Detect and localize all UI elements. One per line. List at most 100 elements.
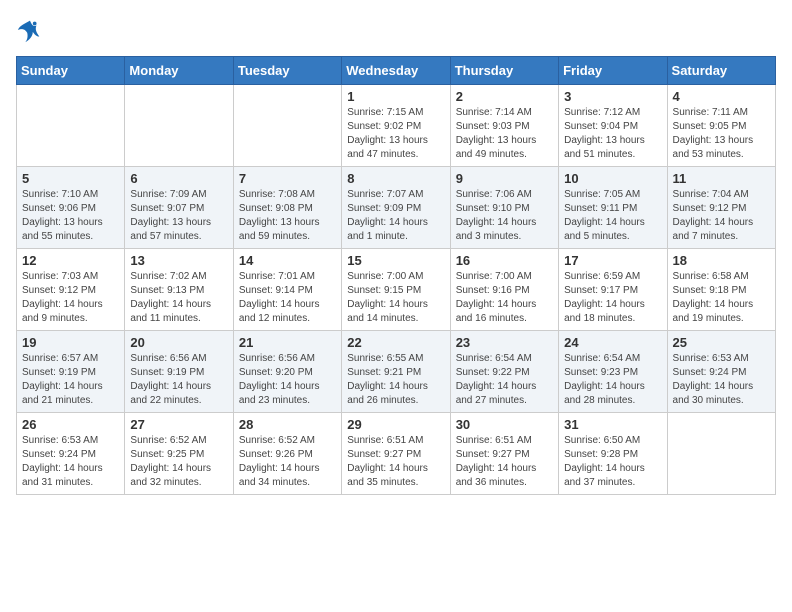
- day-number: 20: [130, 335, 227, 350]
- day-number: 23: [456, 335, 553, 350]
- calendar-header-monday: Monday: [125, 57, 233, 85]
- day-info: Sunrise: 6:56 AMSunset: 9:20 PMDaylight:…: [239, 352, 336, 408]
- calendar-header-saturday: Saturday: [667, 57, 775, 85]
- calendar-cell: 27 Sunrise: 6:52 AMSunset: 9:25 PMDayligh…: [125, 413, 233, 495]
- calendar-cell: 22Sunrise: 6:55 AMSunset: 9:21 PMDayligh…: [342, 331, 450, 413]
- calendar-cell: 7 Sunrise: 7:08 AMSunset: 9:08 PMDaylight…: [233, 167, 341, 249]
- day-number: 3: [564, 89, 661, 104]
- day-number: 6: [130, 171, 227, 186]
- day-info: Sunrise: 7:03 AMSunset: 9:12 PMDaylight:…: [22, 270, 119, 326]
- calendar-header-row: SundayMondayTuesdayWednesdayThursdayFrid…: [17, 57, 776, 85]
- day-number: 16: [456, 253, 553, 268]
- calendar-cell: 2 Sunrise: 7:14 AMSunset: 9:03 PMDaylight…: [450, 85, 558, 167]
- calendar-cell: 21 Sunrise: 6:56 AMSunset: 9:20 PMDayligh…: [233, 331, 341, 413]
- calendar-cell: 20 Sunrise: 6:56 AMSunset: 9:19 PMDayligh…: [125, 331, 233, 413]
- calendar-cell: 16 Sunrise: 7:00 AMSunset: 9:16 PMDayligh…: [450, 249, 558, 331]
- day-number: 29: [347, 417, 444, 432]
- logo: [16, 16, 48, 44]
- day-info: Sunrise: 7:10 AMSunset: 9:06 PMDaylight:…: [22, 188, 119, 244]
- day-info: Sunrise: 6:52 AMSunset: 9:25 PMDaylight:…: [130, 434, 227, 490]
- calendar-cell: 25Sunrise: 6:53 AMSunset: 9:24 PMDayligh…: [667, 331, 775, 413]
- day-info: Sunrise: 7:06 AMSunset: 9:10 PMDaylight:…: [456, 188, 553, 244]
- day-info: Sunrise: 6:53 AMSunset: 9:24 PMDaylight:…: [22, 434, 119, 490]
- day-info: Sunrise: 6:57 AMSunset: 9:19 PMDaylight:…: [22, 352, 119, 408]
- calendar-cell: 14Sunrise: 7:01 AMSunset: 9:14 PMDayligh…: [233, 249, 341, 331]
- calendar-table: SundayMondayTuesdayWednesdayThursdayFrid…: [16, 56, 776, 495]
- day-info: Sunrise: 7:15 AMSunset: 9:02 PMDaylight:…: [347, 106, 444, 162]
- day-number: 26: [22, 417, 119, 432]
- calendar-header-wednesday: Wednesday: [342, 57, 450, 85]
- calendar-week-row: 12 Sunrise: 7:03 AMSunset: 9:12 PMDayligh…: [17, 249, 776, 331]
- day-number: 13: [130, 253, 227, 268]
- day-info: Sunrise: 7:09 AMSunset: 9:07 PMDaylight:…: [130, 188, 227, 244]
- day-info: Sunrise: 6:55 AMSunset: 9:21 PMDaylight:…: [347, 352, 444, 408]
- day-number: 10: [564, 171, 661, 186]
- calendar-cell: 29 Sunrise: 6:51 AMSunset: 9:27 PMDayligh…: [342, 413, 450, 495]
- calendar-cell: 28Sunrise: 6:52 AMSunset: 9:26 PMDayligh…: [233, 413, 341, 495]
- calendar-cell: 4 Sunrise: 7:11 AMSunset: 9:05 PMDaylight…: [667, 85, 775, 167]
- day-info: Sunrise: 6:56 AMSunset: 9:19 PMDaylight:…: [130, 352, 227, 408]
- calendar-cell: 15 Sunrise: 7:00 AMSunset: 9:15 PMDayligh…: [342, 249, 450, 331]
- day-number: 27: [130, 417, 227, 432]
- day-number: 5: [22, 171, 119, 186]
- day-number: 2: [456, 89, 553, 104]
- calendar-cell: 8 Sunrise: 7:07 AMSunset: 9:09 PMDaylight…: [342, 167, 450, 249]
- calendar-cell: 18Sunrise: 6:58 AMSunset: 9:18 PMDayligh…: [667, 249, 775, 331]
- day-info: Sunrise: 6:54 AMSunset: 9:23 PMDaylight:…: [564, 352, 661, 408]
- calendar-cell: 17 Sunrise: 6:59 AMSunset: 9:17 PMDayligh…: [559, 249, 667, 331]
- calendar-header-friday: Friday: [559, 57, 667, 85]
- day-number: 12: [22, 253, 119, 268]
- calendar-week-row: 19 Sunrise: 6:57 AMSunset: 9:19 PMDayligh…: [17, 331, 776, 413]
- day-number: 1: [347, 89, 444, 104]
- day-number: 9: [456, 171, 553, 186]
- day-number: 8: [347, 171, 444, 186]
- calendar-cell: 26 Sunrise: 6:53 AMSunset: 9:24 PMDayligh…: [17, 413, 125, 495]
- day-info: Sunrise: 6:54 AMSunset: 9:22 PMDaylight:…: [456, 352, 553, 408]
- day-number: 28: [239, 417, 336, 432]
- day-info: Sunrise: 7:11 AMSunset: 9:05 PMDaylight:…: [673, 106, 770, 162]
- day-info: Sunrise: 6:51 AMSunset: 9:27 PMDaylight:…: [347, 434, 444, 490]
- day-info: Sunrise: 6:51 AMSunset: 9:27 PMDaylight:…: [456, 434, 553, 490]
- day-info: Sunrise: 7:12 AMSunset: 9:04 PMDaylight:…: [564, 106, 661, 162]
- day-info: Sunrise: 7:02 AMSunset: 9:13 PMDaylight:…: [130, 270, 227, 326]
- day-info: Sunrise: 7:14 AMSunset: 9:03 PMDaylight:…: [456, 106, 553, 162]
- day-info: Sunrise: 6:59 AMSunset: 9:17 PMDaylight:…: [564, 270, 661, 326]
- day-number: 30: [456, 417, 553, 432]
- day-info: Sunrise: 7:08 AMSunset: 9:08 PMDaylight:…: [239, 188, 336, 244]
- day-number: 7: [239, 171, 336, 186]
- calendar-cell: [233, 85, 341, 167]
- day-info: Sunrise: 6:50 AMSunset: 9:28 PMDaylight:…: [564, 434, 661, 490]
- day-info: Sunrise: 7:05 AMSunset: 9:11 PMDaylight:…: [564, 188, 661, 244]
- calendar-cell: 10 Sunrise: 7:05 AMSunset: 9:11 PMDayligh…: [559, 167, 667, 249]
- calendar-cell: 24 Sunrise: 6:54 AMSunset: 9:23 PMDayligh…: [559, 331, 667, 413]
- day-number: 11: [673, 171, 770, 186]
- calendar-week-row: 1 Sunrise: 7:15 AMSunset: 9:02 PMDaylight…: [17, 85, 776, 167]
- day-number: 15: [347, 253, 444, 268]
- calendar-cell: 30 Sunrise: 6:51 AMSunset: 9:27 PMDayligh…: [450, 413, 558, 495]
- calendar-cell: 19 Sunrise: 6:57 AMSunset: 9:19 PMDayligh…: [17, 331, 125, 413]
- day-number: 17: [564, 253, 661, 268]
- day-number: 25: [673, 335, 770, 350]
- calendar-cell: 23 Sunrise: 6:54 AMSunset: 9:22 PMDayligh…: [450, 331, 558, 413]
- calendar-cell: [667, 413, 775, 495]
- logo-bird-icon: [16, 16, 44, 44]
- calendar-cell: 3 Sunrise: 7:12 AMSunset: 9:04 PMDaylight…: [559, 85, 667, 167]
- day-info: Sunrise: 7:00 AMSunset: 9:16 PMDaylight:…: [456, 270, 553, 326]
- day-number: 21: [239, 335, 336, 350]
- calendar-header-tuesday: Tuesday: [233, 57, 341, 85]
- calendar-cell: 6 Sunrise: 7:09 AMSunset: 9:07 PMDaylight…: [125, 167, 233, 249]
- calendar-header-thursday: Thursday: [450, 57, 558, 85]
- calendar-cell: 9 Sunrise: 7:06 AMSunset: 9:10 PMDaylight…: [450, 167, 558, 249]
- calendar-header-sunday: Sunday: [17, 57, 125, 85]
- calendar-cell: 5 Sunrise: 7:10 AMSunset: 9:06 PMDaylight…: [17, 167, 125, 249]
- day-number: 24: [564, 335, 661, 350]
- calendar-cell: 11 Sunrise: 7:04 AMSunset: 9:12 PMDayligh…: [667, 167, 775, 249]
- day-number: 18: [673, 253, 770, 268]
- day-number: 14: [239, 253, 336, 268]
- day-info: Sunrise: 7:00 AMSunset: 9:15 PMDaylight:…: [347, 270, 444, 326]
- day-number: 19: [22, 335, 119, 350]
- day-info: Sunrise: 7:07 AMSunset: 9:09 PMDaylight:…: [347, 188, 444, 244]
- day-number: 4: [673, 89, 770, 104]
- calendar-cell: 12 Sunrise: 7:03 AMSunset: 9:12 PMDayligh…: [17, 249, 125, 331]
- day-info: Sunrise: 7:04 AMSunset: 9:12 PMDaylight:…: [673, 188, 770, 244]
